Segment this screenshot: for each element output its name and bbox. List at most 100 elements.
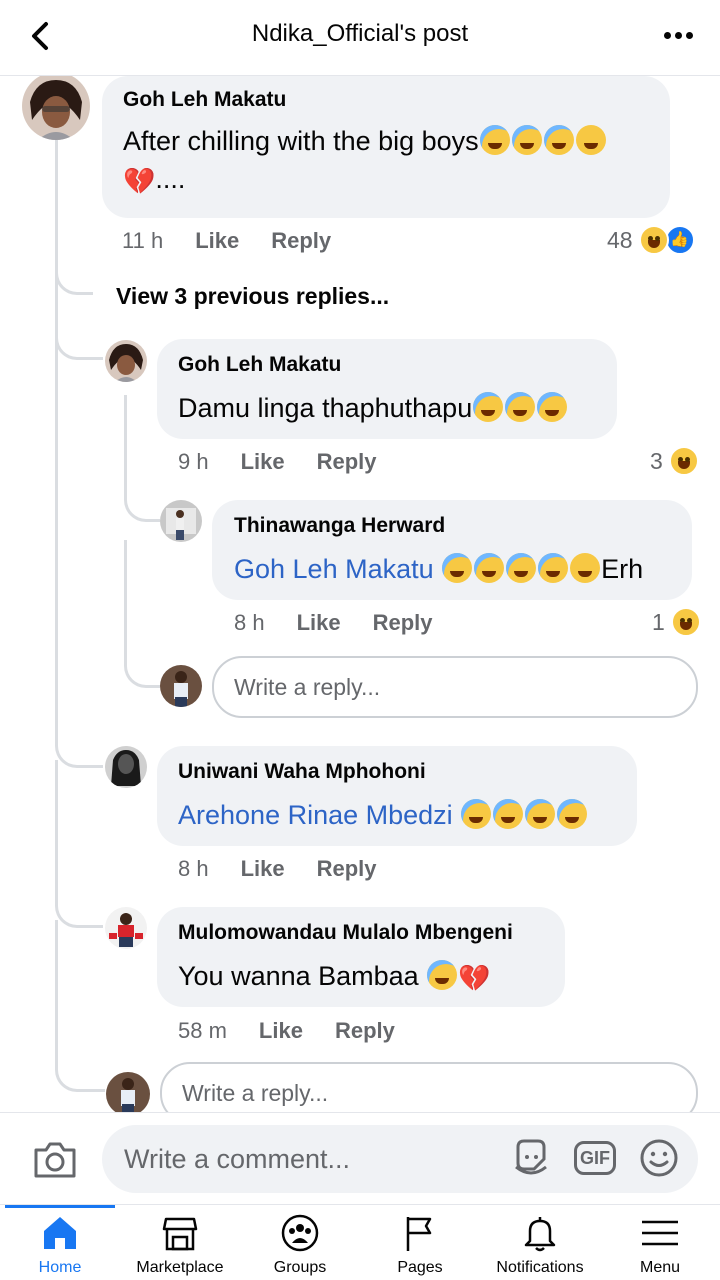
tab-groups[interactable]: Groups xyxy=(240,1205,360,1280)
mention-link[interactable]: Goh Leh Makatu xyxy=(234,554,434,584)
avatar[interactable] xyxy=(105,907,147,949)
camera-icon[interactable] xyxy=(32,1140,78,1180)
thread-connector xyxy=(55,720,103,768)
thread-connector xyxy=(55,880,103,928)
bell-icon xyxy=(524,1217,556,1252)
reply-meta: 58 m Like Reply xyxy=(178,1018,395,1044)
reply-author[interactable]: Thinawanga Herward xyxy=(234,514,445,538)
reply-button[interactable]: Reply xyxy=(335,1018,395,1043)
reply-author[interactable]: Mulomowandau Mulalo Mbengeni xyxy=(178,921,513,945)
like-button[interactable]: Like xyxy=(241,449,285,474)
like-reaction-icon: 👍 xyxy=(664,225,695,255)
reply-button[interactable]: Reply xyxy=(271,228,331,253)
joy-emoji xyxy=(557,799,588,829)
avatar[interactable] xyxy=(105,340,147,382)
tab-home[interactable]: Home xyxy=(0,1205,120,1280)
broken-heart-emoji: 💔 xyxy=(123,166,156,196)
comment-text: After chilling with the big boys 💔.... xyxy=(123,122,663,200)
reaction-count: 3 xyxy=(650,447,663,474)
reply-bubble[interactable]: Thinawanga Herward Goh Leh Makatu Erh xyxy=(212,500,692,600)
joy-emoji xyxy=(525,799,556,829)
reply-button[interactable]: Reply xyxy=(317,856,377,881)
cat-joy-emoji xyxy=(538,553,569,583)
reply-meta: 9 h Like Reply xyxy=(178,449,377,475)
like-button[interactable]: Like xyxy=(297,610,341,635)
reply-bubble[interactable]: Uniwani Waha Mphohoni Arehone Rinae Mbed… xyxy=(157,746,637,846)
more-options-icon[interactable] xyxy=(660,20,696,50)
active-indicator xyxy=(5,1205,115,1208)
rofl-emoji xyxy=(570,553,601,583)
flag-icon xyxy=(406,1217,432,1251)
reply-text: Damu linga thaphuthapu xyxy=(178,389,568,427)
emoji-icon[interactable] xyxy=(638,1137,680,1179)
reply-time: 9 h xyxy=(178,449,209,474)
bottom-tab-bar: Home Marketplace Groups Pages Notificati… xyxy=(0,1204,720,1280)
reply-author[interactable]: Uniwani Waha Mphohoni xyxy=(178,760,426,784)
comment-time: 11 h xyxy=(122,228,164,253)
comment-author[interactable]: Goh Leh Makatu xyxy=(123,88,286,112)
thread-connector xyxy=(55,250,93,295)
reply-button[interactable]: Reply xyxy=(373,610,433,635)
post-title: Ndika_Official's post xyxy=(251,20,469,47)
mention-link[interactable]: Arehone Rinae Mbedzi xyxy=(178,800,453,830)
tab-label: Marketplace xyxy=(136,1259,224,1276)
like-button[interactable]: Like xyxy=(195,228,239,253)
thread-connector xyxy=(124,540,160,688)
cat-joy-emoji xyxy=(506,553,537,583)
tab-label: Menu xyxy=(639,1259,681,1276)
joy-emoji xyxy=(427,960,458,990)
tab-label: Pages xyxy=(397,1259,443,1276)
thread-line xyxy=(55,760,58,890)
tab-menu[interactable]: Menu xyxy=(600,1205,720,1280)
hamburger-icon xyxy=(642,1220,678,1246)
broken-heart-emoji: 💔 xyxy=(458,963,491,993)
reply-time: 8 h xyxy=(178,856,209,881)
reply-bubble[interactable]: Mulomowandau Mulalo Mbengeni You wanna B… xyxy=(157,907,565,1007)
avatar[interactable] xyxy=(160,500,202,542)
reaction-count: 48 xyxy=(607,226,633,253)
tab-label: Groups xyxy=(273,1259,327,1276)
joy-emoji xyxy=(461,799,492,829)
reply-meta: 8 h Like Reply xyxy=(234,610,433,636)
joy-emoji xyxy=(493,799,524,829)
sticker-icon[interactable] xyxy=(510,1137,552,1179)
reply-text: Goh Leh Makatu Erh xyxy=(234,553,644,584)
avatar xyxy=(106,1072,150,1116)
view-previous-replies-link[interactable]: View 3 previous replies... xyxy=(116,283,389,310)
reply-time: 8 h xyxy=(234,610,265,635)
like-button[interactable]: Like xyxy=(241,856,285,881)
reply-text: You wanna Bambaa 💔 xyxy=(178,957,491,997)
joy-emoji xyxy=(479,125,510,155)
reaction-summary[interactable]: 1 xyxy=(652,607,701,637)
joy-emoji xyxy=(511,125,542,155)
reply-time: 58 m xyxy=(178,1018,227,1043)
like-button[interactable]: Like xyxy=(259,1018,303,1043)
avatar[interactable] xyxy=(105,746,147,788)
tab-label: Home xyxy=(38,1259,82,1276)
tab-pages[interactable]: Pages xyxy=(360,1205,480,1280)
gif-icon[interactable]: GIF xyxy=(574,1141,616,1175)
reply-button[interactable]: Reply xyxy=(317,449,377,474)
tab-notifications[interactable]: Notifications xyxy=(480,1205,600,1280)
reply-text: Arehone Rinae Mbedzi xyxy=(178,796,588,834)
pleading-emoji xyxy=(575,125,606,155)
tab-marketplace[interactable]: Marketplace xyxy=(120,1205,240,1280)
haha-reaction-icon xyxy=(668,446,699,476)
thread-line xyxy=(55,920,58,1050)
thread-connector xyxy=(55,310,103,360)
reply-author[interactable]: Goh Leh Makatu xyxy=(178,353,341,377)
home-icon xyxy=(44,1217,76,1249)
reply-bubble[interactable]: Goh Leh Makatu Damu linga thaphuthapu xyxy=(157,339,617,439)
app-root: Ndika_Official's post Goh Leh Makatu Aft… xyxy=(0,0,720,1280)
reply-input[interactable]: Write a reply... xyxy=(212,656,698,718)
top-bar: Ndika_Official's post xyxy=(0,0,720,76)
groups-icon xyxy=(281,1214,319,1252)
marketplace-icon xyxy=(162,1217,198,1251)
reaction-summary[interactable]: 3 xyxy=(650,446,699,476)
thread-connector xyxy=(55,1040,105,1092)
reaction-summary[interactable]: 48 👍 xyxy=(607,225,695,255)
comment-bubble[interactable]: Goh Leh Makatu After chilling with the b… xyxy=(102,76,670,218)
thread-connector xyxy=(124,480,160,522)
cat-joy-emoji xyxy=(442,553,473,583)
avatar[interactable] xyxy=(22,72,90,140)
